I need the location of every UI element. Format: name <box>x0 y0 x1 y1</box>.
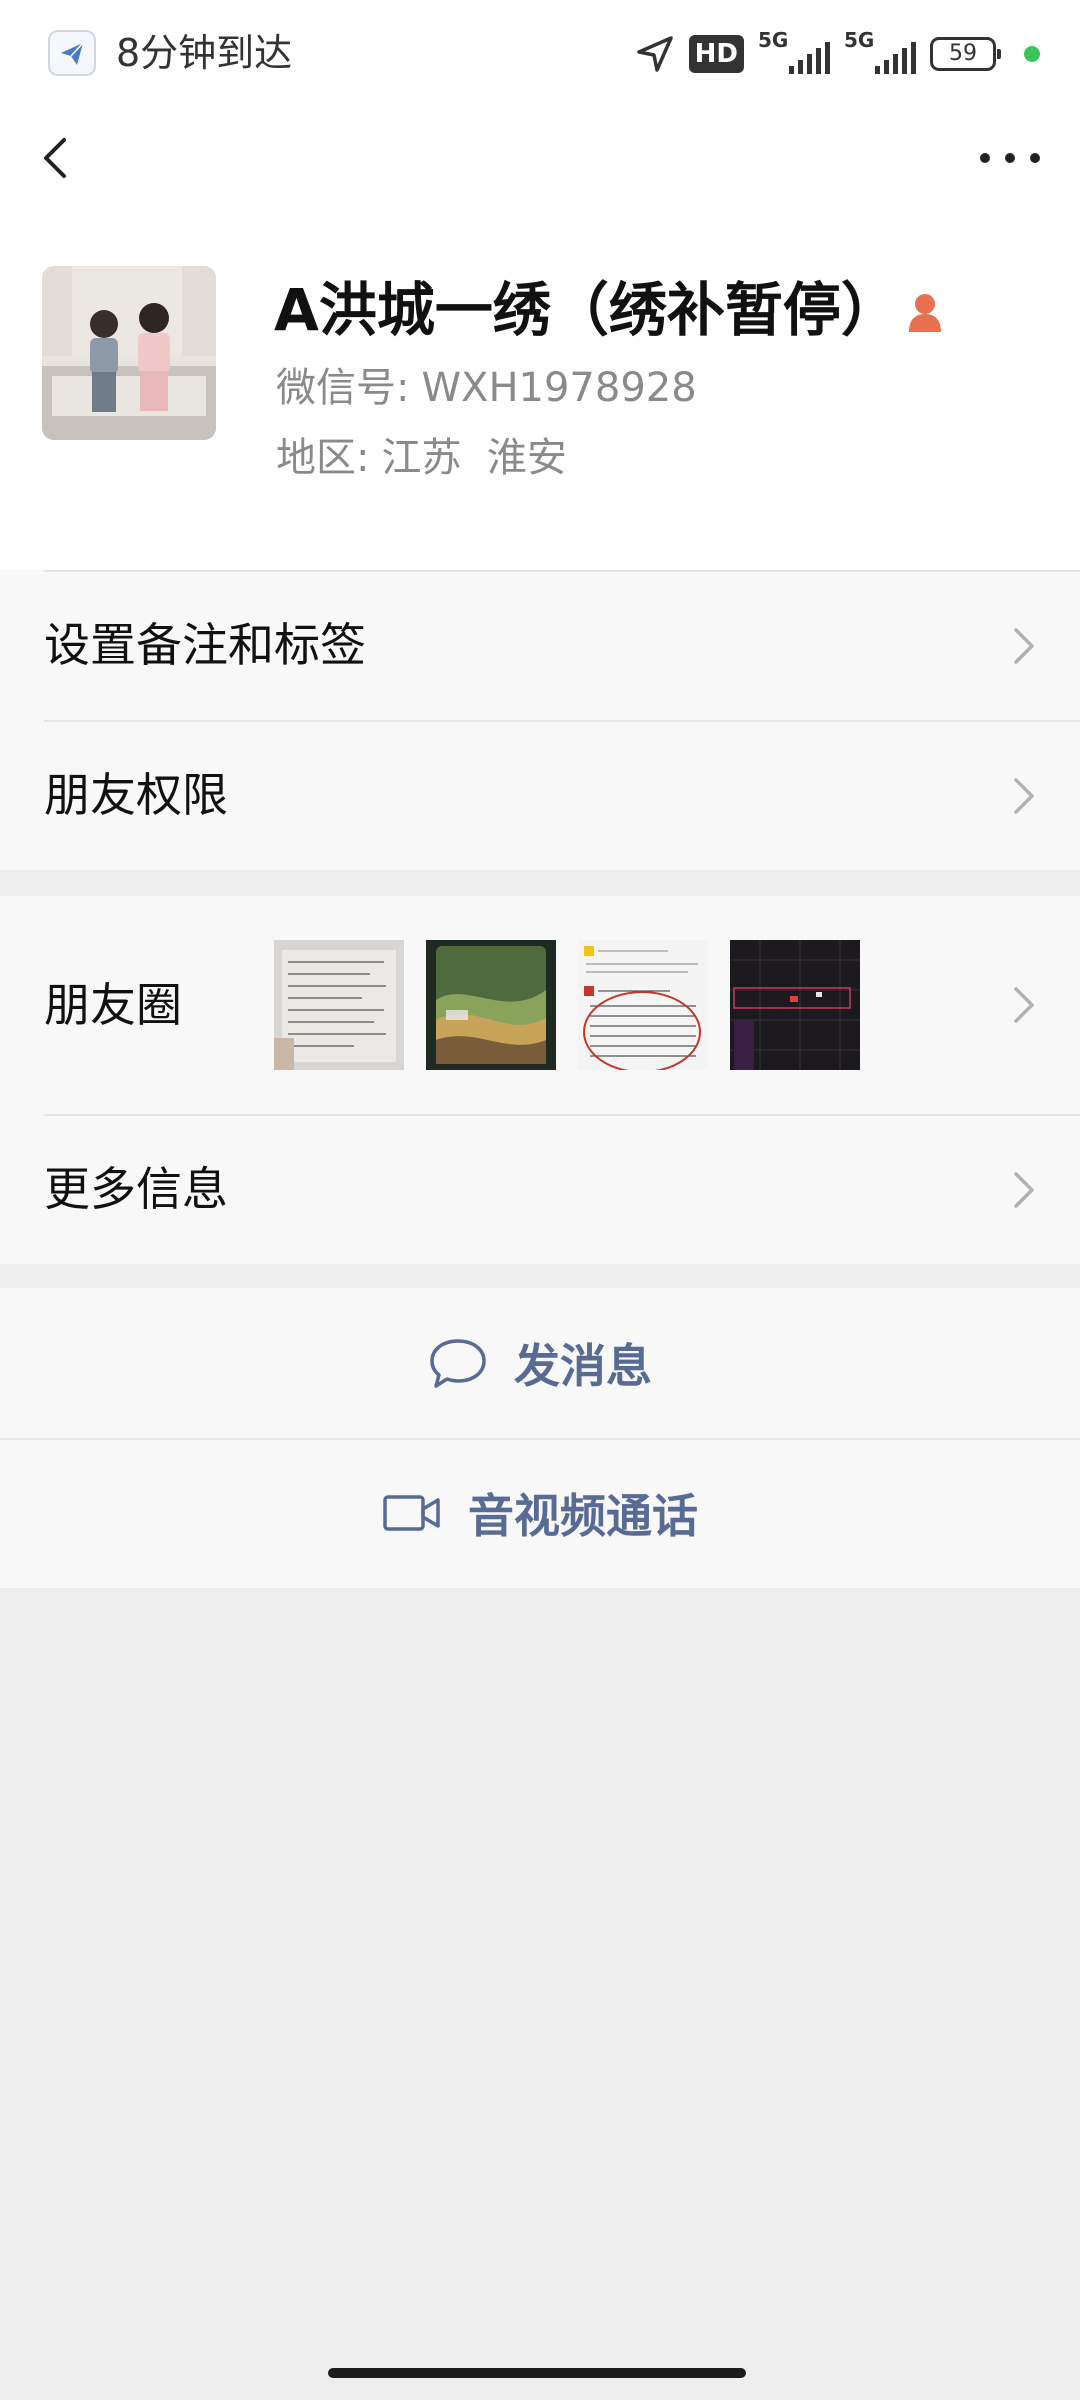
home-indicator[interactable] <box>328 2368 746 2378</box>
remark-tags-cell[interactable]: 设置备注和标签 <box>0 570 1080 720</box>
signal-sim2-icon: 5G <box>844 28 916 76</box>
more-dot <box>980 153 990 163</box>
settings-group: 设置备注和标签 朋友权限 <box>0 570 1080 870</box>
nav-bar <box>0 108 1080 208</box>
moments-cell[interactable]: 朋友圈 <box>0 896 1080 1114</box>
sim2-network-label: 5G <box>844 28 875 52</box>
battery-icon: 59 <box>930 37 1001 71</box>
status-indicators: HD 5G 5G 59 <box>635 28 1040 80</box>
chevron-right-icon <box>1014 628 1034 664</box>
wechat-id-value: WXH1978928 <box>421 365 697 411</box>
actions-group: 发消息 音视频通话 <box>0 1288 1080 1588</box>
moments-thumbnail <box>578 940 708 1070</box>
female-icon <box>905 274 945 354</box>
more-info-cell[interactable]: 更多信息 <box>0 1114 1080 1264</box>
avatar[interactable] <box>42 266 216 440</box>
moments-thumbnail <box>274 940 404 1070</box>
info-group: 朋友圈 更多信息 <box>0 896 1080 1264</box>
send-message-label: 发消息 <box>514 1339 652 1393</box>
moments-label: 朋友圈 <box>44 978 182 1032</box>
status-bar: 8分钟到达 HD 5G 5G 59 <box>0 0 1080 108</box>
friend-permissions-label: 朋友权限 <box>44 768 228 822</box>
chevron-right-icon <box>1014 1172 1034 1208</box>
more-info-label: 更多信息 <box>44 1162 228 1216</box>
chat-bubble-icon <box>430 1339 486 1388</box>
chevron-right-icon <box>1014 778 1034 814</box>
profile-header: A洪城一绣（绣补暂停） 微信号: WXH1978928 地区: 江苏 淮安 <box>0 208 1080 570</box>
chevron-right-icon <box>1014 987 1034 1023</box>
chevron-left-icon <box>44 138 66 178</box>
back-button[interactable] <box>30 130 86 186</box>
sim1-network-label: 5G <box>758 28 789 52</box>
privacy-indicator-dot <box>1024 46 1040 62</box>
moments-thumbnail <box>730 940 860 1070</box>
more-dot <box>1005 153 1015 163</box>
video-camera-icon <box>383 1495 440 1531</box>
wechat-id-row: 微信号: WXH1978928 <box>276 360 697 416</box>
remark-tags-label: 设置备注和标签 <box>44 618 366 672</box>
region-value: 江苏 淮安 <box>381 435 567 481</box>
divider <box>0 1438 1080 1440</box>
more-options-button[interactable] <box>980 138 1040 178</box>
video-call-label: 音视频通话 <box>468 1489 698 1543</box>
delivery-status-text: 8分钟到达 <box>116 31 293 75</box>
signal-sim1-icon: 5G <box>758 28 830 76</box>
profile-name: A洪城一绣（绣补暂停） <box>274 270 945 354</box>
more-dot <box>1030 153 1040 163</box>
moments-thumbnails <box>274 896 860 1114</box>
region-row: 地区: 江苏 淮安 <box>276 430 567 486</box>
friend-permissions-cell[interactable]: 朋友权限 <box>0 720 1080 870</box>
hd-badge: HD <box>688 35 744 73</box>
wechat-id-label: 微信号: <box>276 365 410 411</box>
paper-plane-icon <box>48 30 96 76</box>
send-message-button[interactable]: 发消息 <box>0 1288 1080 1438</box>
video-call-button[interactable]: 音视频通话 <box>0 1438 1080 1588</box>
moments-thumbnail <box>426 940 556 1070</box>
region-label: 地区: <box>276 435 370 481</box>
profile-name-text: A洪城一绣（绣补暂停） <box>274 276 899 344</box>
location-arrow-icon <box>636 36 673 72</box>
